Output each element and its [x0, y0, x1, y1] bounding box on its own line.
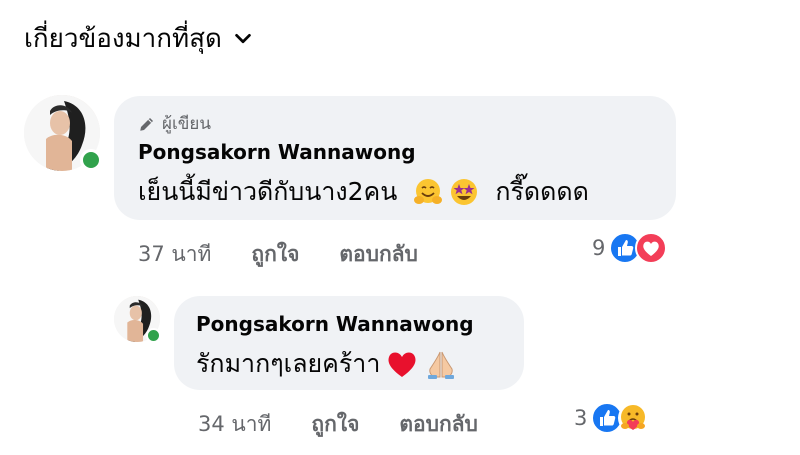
online-status-dot [146, 328, 161, 343]
avatar[interactable] [24, 95, 102, 171]
red-heart-icon [388, 352, 416, 377]
chevron-down-icon [235, 33, 251, 43]
pen-icon [140, 117, 153, 131]
folded-hands-icon [428, 351, 455, 379]
comment-author[interactable]: Pongsakorn Wannawong [138, 140, 416, 164]
like-button[interactable]: ถูกใจ [311, 408, 359, 441]
comment-author[interactable]: Pongsakorn Wannawong [196, 312, 474, 336]
reaction-count: 3 [574, 406, 588, 430]
hugging-face-icon [414, 179, 443, 204]
comment-actions: 34 นาที ถูกใจ ตอบกลับ [198, 408, 518, 441]
comment-time[interactable]: 34 นาที [198, 408, 271, 441]
comment-bubble: ผู้เขียน Pongsakorn Wannawong เย็นนี้มีข… [114, 96, 676, 220]
love-icon [635, 232, 668, 264]
author-badge: ผู้เขียน [138, 110, 211, 137]
reply-button[interactable]: ตอบกลับ [399, 408, 478, 441]
reply-button[interactable]: ตอบกลับ [339, 238, 418, 271]
sort-label: เกี่ยวข้องมากที่สุด [24, 24, 222, 54]
comment-actions: 37 นาที ถูกใจ ตอบกลับ [138, 238, 458, 271]
comment-text-main: รักมากๆเลยคร้าา [196, 349, 381, 378]
online-status-dot [80, 149, 102, 171]
comment-time[interactable]: 37 นาที [138, 238, 211, 271]
reaction-summary[interactable]: 9 [592, 232, 668, 264]
comment-text: เย็นนี้มีข่าวดีกับนาง2คน กรี๊ดดดด [138, 172, 589, 212]
reaction-summary[interactable]: 3 [574, 402, 649, 434]
reaction-count: 9 [592, 236, 606, 260]
comment-bubble: Pongsakorn Wannawong รักมากๆเลยคร้าา [174, 296, 524, 390]
star-struck-icon [451, 179, 478, 205]
comment-text: รักมากๆเลยคร้าา [196, 344, 458, 384]
avatar[interactable] [114, 296, 161, 343]
author-badge-label: ผู้เขียน [162, 114, 211, 134]
sort-dropdown[interactable]: เกี่ยวข้องมากที่สุด [24, 18, 254, 59]
care-icon [618, 403, 649, 433]
comment-text-main: เย็นนี้มีข่าวดีกับนาง2คน [138, 177, 398, 206]
comment-text-suffix: กรี๊ดดดด [495, 177, 589, 206]
like-button[interactable]: ถูกใจ [251, 238, 299, 271]
